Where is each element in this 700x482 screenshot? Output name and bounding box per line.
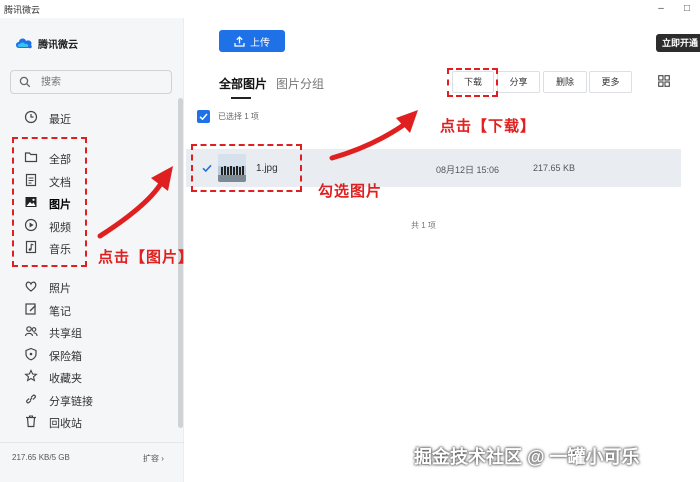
- sidebar-item-recent[interactable]: 最近: [0, 106, 178, 128]
- logo: 腾讯微云: [14, 34, 78, 52]
- search-box[interactable]: [10, 70, 172, 94]
- upload-icon: [234, 35, 245, 47]
- storage-usage: 217.65 KB/5 GB: [12, 453, 70, 462]
- search-input[interactable]: [41, 74, 161, 90]
- annotation-click-images: 点击【图片】: [98, 249, 195, 266]
- title-bar: 腾讯微云 – □: [0, 0, 700, 18]
- note-icon: [25, 303, 36, 315]
- watermark: 掘金技术社区 @ 一罐小可乐: [414, 447, 640, 467]
- share-link-icon: [26, 394, 36, 404]
- delete-button[interactable]: 删除: [543, 71, 587, 93]
- annotation-box-sidebar: [12, 137, 87, 267]
- sidebar-item-label: 收藏夹: [49, 373, 82, 385]
- sidebar-item-safe[interactable]: 保险箱: [0, 343, 178, 365]
- selection-bar: 已选择 1 项: [197, 110, 259, 123]
- share-button[interactable]: 分享: [497, 71, 540, 93]
- annotation-click-download: 点击【下载】: [440, 118, 537, 135]
- check-icon: [199, 113, 208, 121]
- sidebar-item-favorites[interactable]: 收藏夹: [0, 365, 178, 387]
- annotation-check-image: 勾选图片: [318, 183, 383, 200]
- sidebar-item-share-links[interactable]: 分享链接: [0, 388, 178, 410]
- window-title: 腾讯微云: [4, 5, 41, 15]
- sidebar-item-label: 回收站: [49, 418, 82, 430]
- maximize-button[interactable]: □: [680, 2, 694, 16]
- sidebar-item-label: 照片: [49, 283, 71, 295]
- sidebar-item-photos[interactable]: 照片: [0, 275, 178, 297]
- sidebar-item-label: 笔记: [49, 306, 71, 318]
- group-icon: [24, 326, 38, 337]
- annotation-box-download: [447, 68, 498, 97]
- sidebar-item-trash[interactable]: 回收站: [0, 410, 178, 432]
- tab-image-groups[interactable]: 图片分组: [276, 75, 324, 92]
- upload-label: 上传: [250, 37, 270, 49]
- sidebar-item-label: 共享组: [49, 328, 82, 340]
- total-count: 共 1 项: [411, 221, 436, 230]
- more-button[interactable]: 更多: [589, 71, 632, 93]
- select-all-checkbox[interactable]: [197, 110, 210, 123]
- photo-icon: [25, 281, 37, 292]
- clock-icon: [24, 110, 38, 124]
- file-date: 08月12日 15:06: [436, 165, 500, 175]
- expand-storage-link[interactable]: 扩容 ›: [143, 453, 164, 464]
- file-size: 217.65 KB: [533, 163, 576, 173]
- cloud-logo-icon: [16, 38, 32, 49]
- sidebar-item-label: 保险箱: [49, 351, 82, 363]
- trash-icon: [26, 415, 36, 428]
- sidebar-item-label: 最近: [49, 114, 71, 126]
- sidebar-divider: [0, 442, 184, 443]
- tab-all-images[interactable]: 全部图片: [219, 75, 267, 92]
- tab-underline: [231, 97, 251, 99]
- vip-button[interactable]: 立即开通: [656, 34, 700, 52]
- upload-button[interactable]: 上传: [219, 30, 285, 52]
- grid-view-icon[interactable]: [658, 75, 670, 87]
- minimize-button[interactable]: –: [654, 2, 668, 16]
- search-icon: [19, 76, 31, 88]
- star-icon: [24, 369, 38, 382]
- annotation-box-file: [191, 144, 302, 192]
- sidebar-item-label: 分享链接: [49, 396, 93, 408]
- selected-count: 已选择 1 项: [218, 112, 259, 121]
- safe-icon: [25, 347, 37, 361]
- sidebar-item-shared-group[interactable]: 共享组: [0, 320, 178, 342]
- sidebar-item-notes[interactable]: 笔记: [0, 298, 178, 320]
- logo-text: 腾讯微云: [38, 39, 78, 51]
